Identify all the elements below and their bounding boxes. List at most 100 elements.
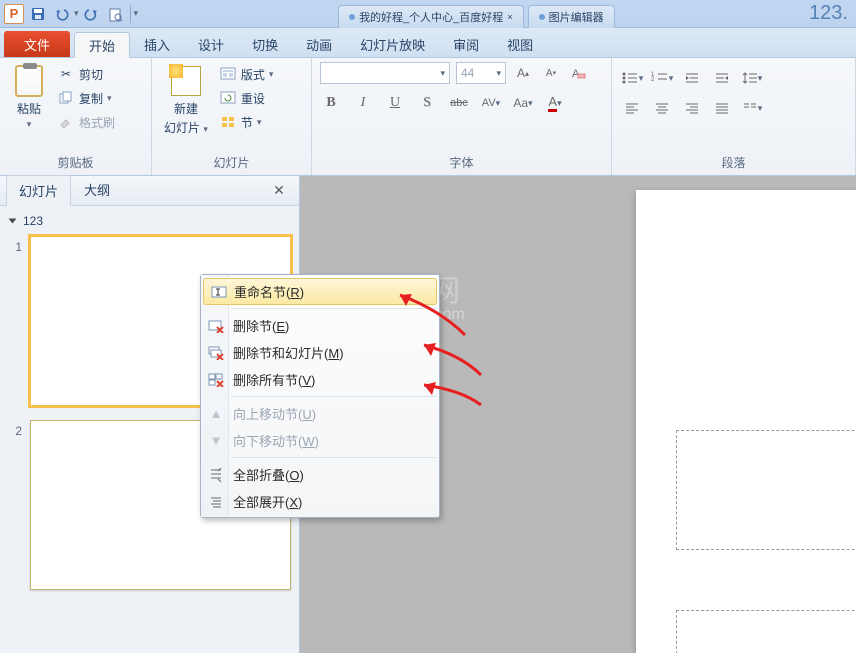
section-header[interactable]: 123: [0, 206, 299, 236]
group-slides: 新建 幻灯片 ▾ 版式▾ 重设 节▾ 幻灯片: [152, 58, 312, 175]
tab-icon: [539, 14, 545, 20]
tab-view[interactable]: 视图: [493, 31, 547, 57]
panel-tab-outline[interactable]: 大纲: [71, 174, 123, 205]
decrease-indent-button[interactable]: [680, 68, 704, 88]
new-slide-label-2: 幻灯片: [164, 121, 200, 135]
format-painter-label: 格式刷: [79, 114, 115, 131]
menu-label: 删除所有节: [233, 373, 298, 388]
numbering-button[interactable]: 12▾: [650, 68, 674, 88]
qat-redo-button[interactable]: [80, 3, 102, 25]
tab-close-icon[interactable]: ×: [507, 12, 512, 22]
section-name: 123: [23, 214, 43, 228]
font-color-button[interactable]: A▾: [544, 92, 566, 114]
brush-icon: [57, 114, 75, 130]
paste-icon: [12, 64, 46, 98]
group-slides-label: 幻灯片: [160, 152, 303, 173]
ribbon-tab-strip: 文件 开始 插入 设计 切换 动画 幻灯片放映 审阅 视图: [0, 28, 856, 58]
italic-button[interactable]: I: [352, 92, 374, 114]
layout-label: 版式: [241, 66, 265, 83]
increase-indent-button[interactable]: [710, 68, 734, 88]
bold-button[interactable]: B: [320, 92, 342, 114]
tab-animations[interactable]: 动画: [292, 31, 346, 57]
title-bar: P ▾ ▾ 我的好程_个人中心_百度好程× 图片编辑器 123.: [0, 0, 856, 28]
cut-label: 剪切: [79, 66, 103, 83]
tab-label: 我的好程_个人中心_百度好程: [359, 9, 503, 25]
collapse-icon: [9, 219, 17, 224]
shrink-font-button[interactable]: A▾: [540, 62, 562, 84]
cut-button[interactable]: ✂剪切: [56, 62, 116, 86]
shadow-button[interactable]: S: [416, 92, 438, 114]
expand-all-icon: [207, 493, 225, 511]
clear-formatting-button[interactable]: A: [568, 62, 590, 84]
menu-collapse-all[interactable]: 全部折叠(O): [201, 461, 439, 488]
window-tabs: 我的好程_个人中心_百度好程 × 图片编辑器: [338, 0, 615, 28]
group-paragraph: ▾ 12▾ ▾ ▾ 段落: [612, 58, 856, 175]
align-right-button[interactable]: [680, 98, 704, 118]
window-tab-1[interactable]: 我的好程_个人中心_百度好程 ×: [338, 5, 524, 28]
paste-button[interactable]: 粘贴 ▾: [8, 62, 50, 132]
menu-label: 向上移动节: [233, 407, 298, 422]
new-slide-button[interactable]: 新建 幻灯片 ▾: [160, 62, 212, 138]
delete-section-icon: [207, 317, 225, 335]
svg-text:2: 2: [651, 77, 655, 83]
group-clipboard: 粘贴 ▾ ✂剪切 复制▾ 格式刷 剪贴板: [0, 58, 152, 175]
font-family-combo[interactable]: ▾: [320, 62, 450, 84]
panel-tab-slides[interactable]: 幻灯片: [6, 175, 71, 206]
reset-button[interactable]: 重设: [218, 86, 275, 110]
menu-delete-all-sections[interactable]: 删除所有节(V): [201, 366, 439, 393]
change-case-button[interactable]: Aa▾: [512, 92, 534, 114]
tab-slideshow[interactable]: 幻灯片放映: [346, 31, 439, 57]
window-tab-2[interactable]: 图片编辑器: [528, 5, 615, 28]
align-left-button[interactable]: [620, 98, 644, 118]
content-placeholder[interactable]: [676, 610, 856, 653]
menu-expand-all[interactable]: 全部展开(X): [201, 488, 439, 515]
move-up-icon: ▲: [207, 405, 225, 423]
scissors-icon: ✂: [57, 66, 75, 82]
rename-icon: [210, 283, 228, 301]
grow-font-button[interactable]: A▴: [512, 62, 534, 84]
format-painter-button[interactable]: 格式刷: [56, 110, 116, 134]
justify-button[interactable]: [710, 98, 734, 118]
tab-icon: [349, 14, 355, 20]
group-font-label: 字体: [320, 152, 603, 173]
slide-number: 2: [8, 420, 22, 438]
tab-review[interactable]: 审阅: [439, 31, 493, 57]
menu-move-section-down: ▼ 向下移动节(W): [201, 427, 439, 454]
tab-file[interactable]: 文件: [4, 31, 70, 57]
char-spacing-button[interactable]: AV▾: [480, 92, 502, 114]
bullets-button[interactable]: ▾: [620, 68, 644, 88]
tab-home[interactable]: 开始: [74, 32, 130, 58]
menu-delete-section-and-slides[interactable]: 删除节和幻灯片(M): [201, 339, 439, 366]
slide-canvas[interactable]: [636, 190, 856, 653]
align-center-button[interactable]: [650, 98, 674, 118]
qat-customize[interactable]: ▾: [134, 8, 139, 19]
delete-section-slides-icon: [207, 344, 225, 362]
tab-insert[interactable]: 插入: [130, 31, 184, 57]
qat-print-preview-button[interactable]: [104, 3, 126, 25]
line-spacing-button[interactable]: ▾: [740, 68, 764, 88]
layout-button[interactable]: 版式▾: [218, 62, 275, 86]
panel-close-button[interactable]: ✕: [265, 176, 293, 205]
qat-undo-button[interactable]: [51, 3, 73, 25]
panel-tabs: 幻灯片 大纲 ✕: [0, 176, 299, 206]
content-placeholder[interactable]: [676, 430, 856, 550]
tab-design[interactable]: 设计: [184, 31, 238, 57]
copy-button[interactable]: 复制▾: [56, 86, 116, 110]
strikethrough-button[interactable]: abc: [448, 92, 470, 114]
qat-undo-more[interactable]: ▾: [74, 8, 79, 19]
tab-transitions[interactable]: 切换: [238, 31, 292, 57]
annotation-arrow-3: [416, 380, 486, 410]
qat-save-button[interactable]: [27, 3, 49, 25]
section-label: 节: [241, 114, 253, 131]
underline-button[interactable]: U: [384, 92, 406, 114]
font-size-combo[interactable]: 44▾: [456, 62, 506, 84]
copy-icon: [57, 90, 75, 106]
new-slide-icon: [169, 64, 203, 98]
ribbon: 粘贴 ▾ ✂剪切 复制▾ 格式刷 剪贴板 新建 幻灯片 ▾ 版式▾ 重设 节▾: [0, 58, 856, 176]
new-slide-label-1: 新建: [174, 100, 198, 117]
paste-more-icon[interactable]: ▾: [27, 119, 32, 130]
columns-button[interactable]: ▾: [740, 98, 764, 118]
move-down-icon: ▼: [207, 432, 225, 450]
qat-separator: [130, 5, 131, 23]
section-button[interactable]: 节▾: [218, 110, 275, 134]
